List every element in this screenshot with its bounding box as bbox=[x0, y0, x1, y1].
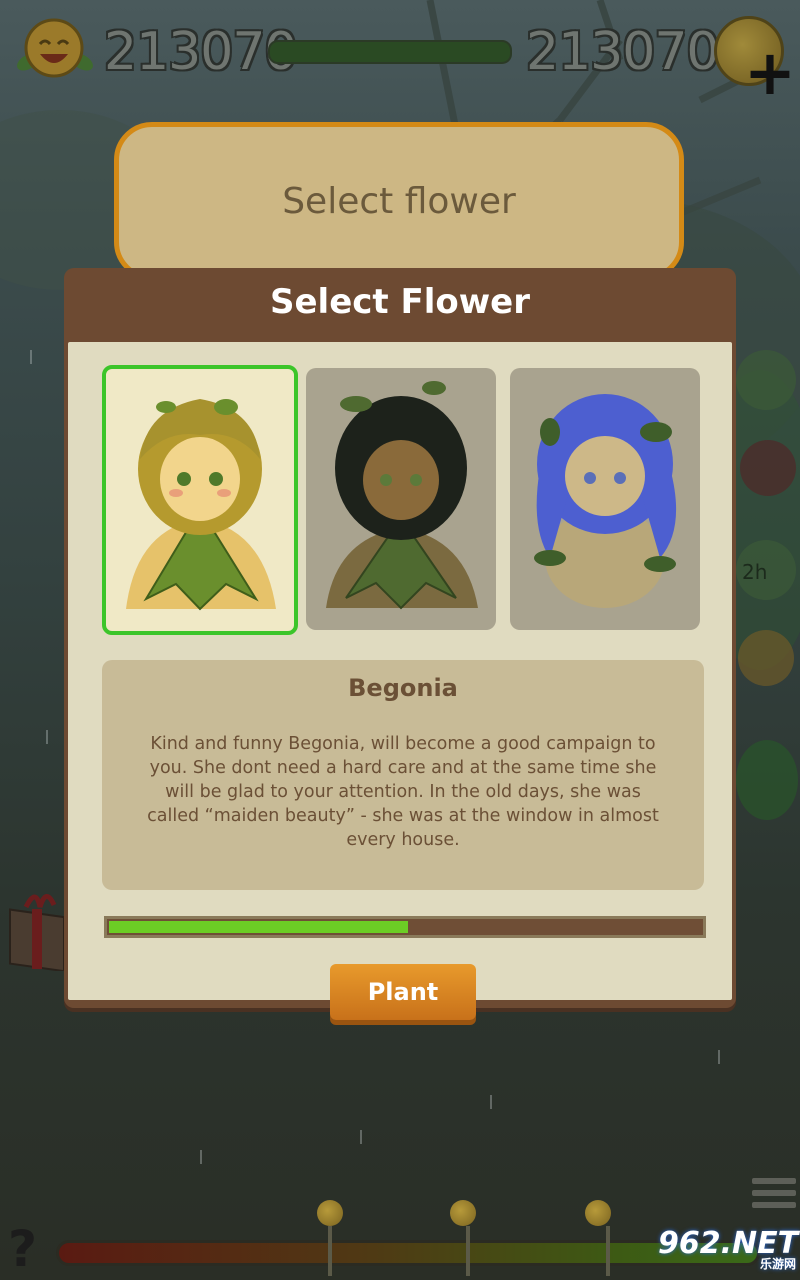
top-hud: 213070 213070 + bbox=[0, 0, 800, 104]
smiley-coin-icon bbox=[17, 18, 93, 78]
begonia-girl-icon bbox=[126, 399, 276, 611]
flower-card-begonia[interactable] bbox=[102, 365, 298, 635]
timer-icon[interactable]: 2h bbox=[736, 540, 796, 600]
select-flower-banner: Select flower bbox=[114, 122, 684, 280]
progress-fill bbox=[109, 921, 408, 933]
dialog-body: Begonia Kind and funny Begonia, will bec… bbox=[68, 342, 732, 1020]
flower-description: Kind and funny Begonia, will become a go… bbox=[147, 734, 659, 850]
flower-card-blue[interactable] bbox=[510, 368, 700, 630]
timer-label: 2h bbox=[742, 560, 768, 584]
flower-card-dark[interactable] bbox=[306, 368, 496, 630]
dice-icon[interactable] bbox=[736, 350, 796, 410]
plant-button[interactable]: Plant bbox=[330, 964, 476, 1020]
smiley-marker-icon bbox=[317, 1200, 343, 1226]
mood-tick bbox=[606, 1226, 610, 1276]
mood-tick bbox=[466, 1226, 470, 1276]
experience-bar bbox=[268, 40, 512, 64]
help-icon[interactable]: ? bbox=[8, 1222, 48, 1276]
flower-description-panel: Begonia Kind and funny Begonia, will bec… bbox=[102, 660, 704, 890]
menu-icon[interactable] bbox=[752, 1178, 796, 1214]
dark-flower-girl-icon bbox=[326, 381, 478, 610]
clover-icon[interactable] bbox=[736, 740, 798, 820]
flower-name: Begonia bbox=[348, 674, 458, 702]
smiley-marker-icon bbox=[450, 1200, 476, 1226]
coins-counter: 213070 bbox=[526, 22, 720, 82]
smiley-marker-icon bbox=[585, 1200, 611, 1226]
gift-box-icon[interactable] bbox=[6, 885, 68, 971]
banner-text: Select flower bbox=[282, 180, 516, 222]
dialog-title: Select Flower bbox=[270, 282, 530, 322]
blue-flower-girl-icon bbox=[534, 394, 677, 608]
mood-bar bbox=[56, 1240, 760, 1266]
flower-cards bbox=[102, 365, 702, 635]
heart-icon[interactable] bbox=[740, 440, 796, 496]
growth-progress-bar bbox=[104, 916, 706, 938]
select-flower-dialog: Select Flower Begonia Kind and funny Beg… bbox=[64, 268, 736, 1020]
site-watermark: 962.NET 乐游网 bbox=[658, 1226, 798, 1276]
mood-tick bbox=[328, 1226, 332, 1276]
add-coins-button[interactable]: + bbox=[742, 42, 798, 104]
star-icon[interactable] bbox=[738, 630, 794, 686]
